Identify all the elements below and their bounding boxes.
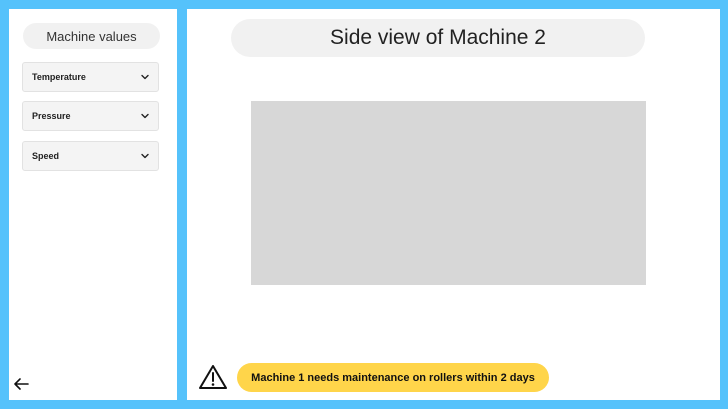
chevron-down-icon [141,113,149,119]
machine-side-view-placeholder [251,101,646,285]
dropdown-label: Pressure [32,111,71,121]
back-button[interactable] [12,376,30,392]
dropdown-label: Temperature [32,72,86,82]
main-panel: Side view of Machine 2 Machine 1 needs m… [187,9,720,400]
sidebar: Machine values Temperature Pressure Spee… [9,9,177,400]
maintenance-alert: Machine 1 needs maintenance on rollers w… [237,363,549,392]
warning-icon [199,365,227,389]
chevron-down-icon [141,74,149,80]
arrow-left-icon [14,378,29,390]
chevron-down-icon [141,153,149,159]
dropdown-label: Speed [32,151,60,161]
page-title: Side view of Machine 2 [231,19,645,57]
speed-dropdown[interactable]: Speed [22,141,159,171]
sidebar-title: Machine values [23,23,160,49]
temperature-dropdown[interactable]: Temperature [22,62,159,92]
pressure-dropdown[interactable]: Pressure [22,101,159,131]
alert-message: Machine 1 needs maintenance on rollers w… [251,371,535,384]
